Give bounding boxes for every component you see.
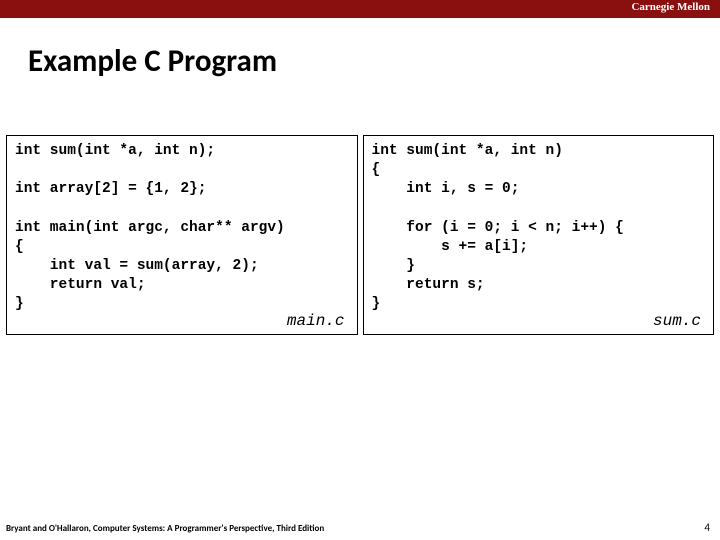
footer: Bryant and O'Hallaron, Computer Systems:… — [6, 521, 710, 534]
code-sum: int sum(int *a, int n) { int i, s = 0; f… — [372, 142, 706, 314]
slide: Carnegie Mellon Example C Program int su… — [0, 0, 720, 540]
filename-sum: sum.c — [653, 312, 701, 330]
code-box-sum: int sum(int *a, int n) { int i, s = 0; f… — [363, 135, 715, 335]
header-band: Carnegie Mellon — [0, 0, 720, 18]
code-main: int sum(int *a, int n); int array[2] = {… — [15, 142, 349, 314]
page-number: 4 — [704, 521, 710, 534]
footer-reference: Bryant and O'Hallaron, Computer Systems:… — [6, 523, 324, 534]
institution-label: Carnegie Mellon — [631, 1, 710, 13]
code-row: int sum(int *a, int n); int array[2] = {… — [0, 135, 720, 335]
code-box-main: int sum(int *a, int n); int array[2] = {… — [6, 135, 358, 335]
slide-title: Example C Program — [28, 42, 720, 80]
filename-main: main.c — [287, 312, 345, 330]
